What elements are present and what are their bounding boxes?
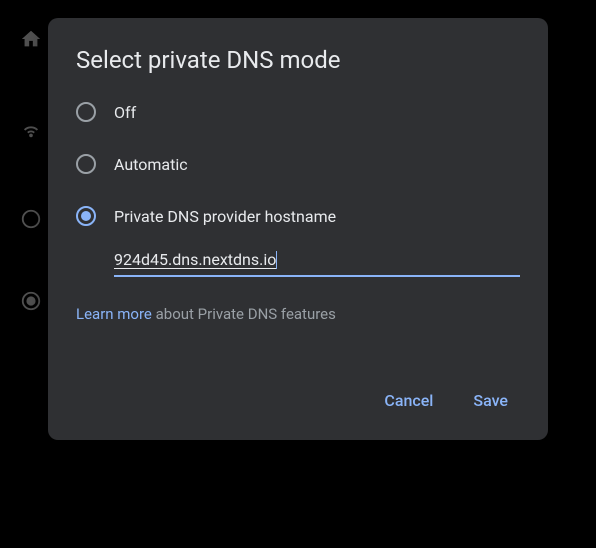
learn-more-text: Learn more about Private DNS features — [76, 305, 520, 323]
hostname-input-value: 924d45.dns.nextdns.io — [114, 250, 276, 269]
dialog-actions: Cancel Save — [76, 383, 520, 418]
cancel-button[interactable]: Cancel — [380, 383, 437, 418]
dns-mode-radio-group: Off Automatic Private DNS provider hostn… — [76, 102, 520, 226]
text-cursor-icon — [276, 251, 277, 269]
hostname-input[interactable]: 924d45.dns.nextdns.io — [114, 250, 520, 277]
dialog-title: Select private DNS mode — [76, 46, 520, 74]
radio-option-automatic[interactable]: Automatic — [76, 154, 520, 174]
radio-icon — [76, 154, 96, 174]
radio-icon-selected — [76, 206, 96, 226]
radio-option-provider-hostname[interactable]: Private DNS provider hostname — [76, 206, 520, 226]
radio-label: Private DNS provider hostname — [114, 207, 336, 226]
bg-icon-target — [20, 290, 42, 316]
bg-icon-circle — [20, 208, 42, 234]
radio-dot-icon — [81, 211, 91, 221]
save-button[interactable]: Save — [469, 383, 512, 418]
bg-icon-wifi — [20, 118, 42, 144]
private-dns-dialog: Select private DNS mode Off Automatic Pr… — [48, 18, 548, 440]
radio-option-off[interactable]: Off — [76, 102, 520, 122]
learn-more-link[interactable]: Learn more — [76, 305, 152, 323]
radio-icon — [76, 102, 96, 122]
bg-icon-home — [20, 28, 42, 54]
radio-label: Off — [114, 103, 136, 122]
hostname-input-container: 924d45.dns.nextdns.io — [114, 250, 520, 277]
radio-label: Automatic — [114, 155, 188, 174]
learn-more-suffix: about Private DNS features — [152, 305, 336, 323]
